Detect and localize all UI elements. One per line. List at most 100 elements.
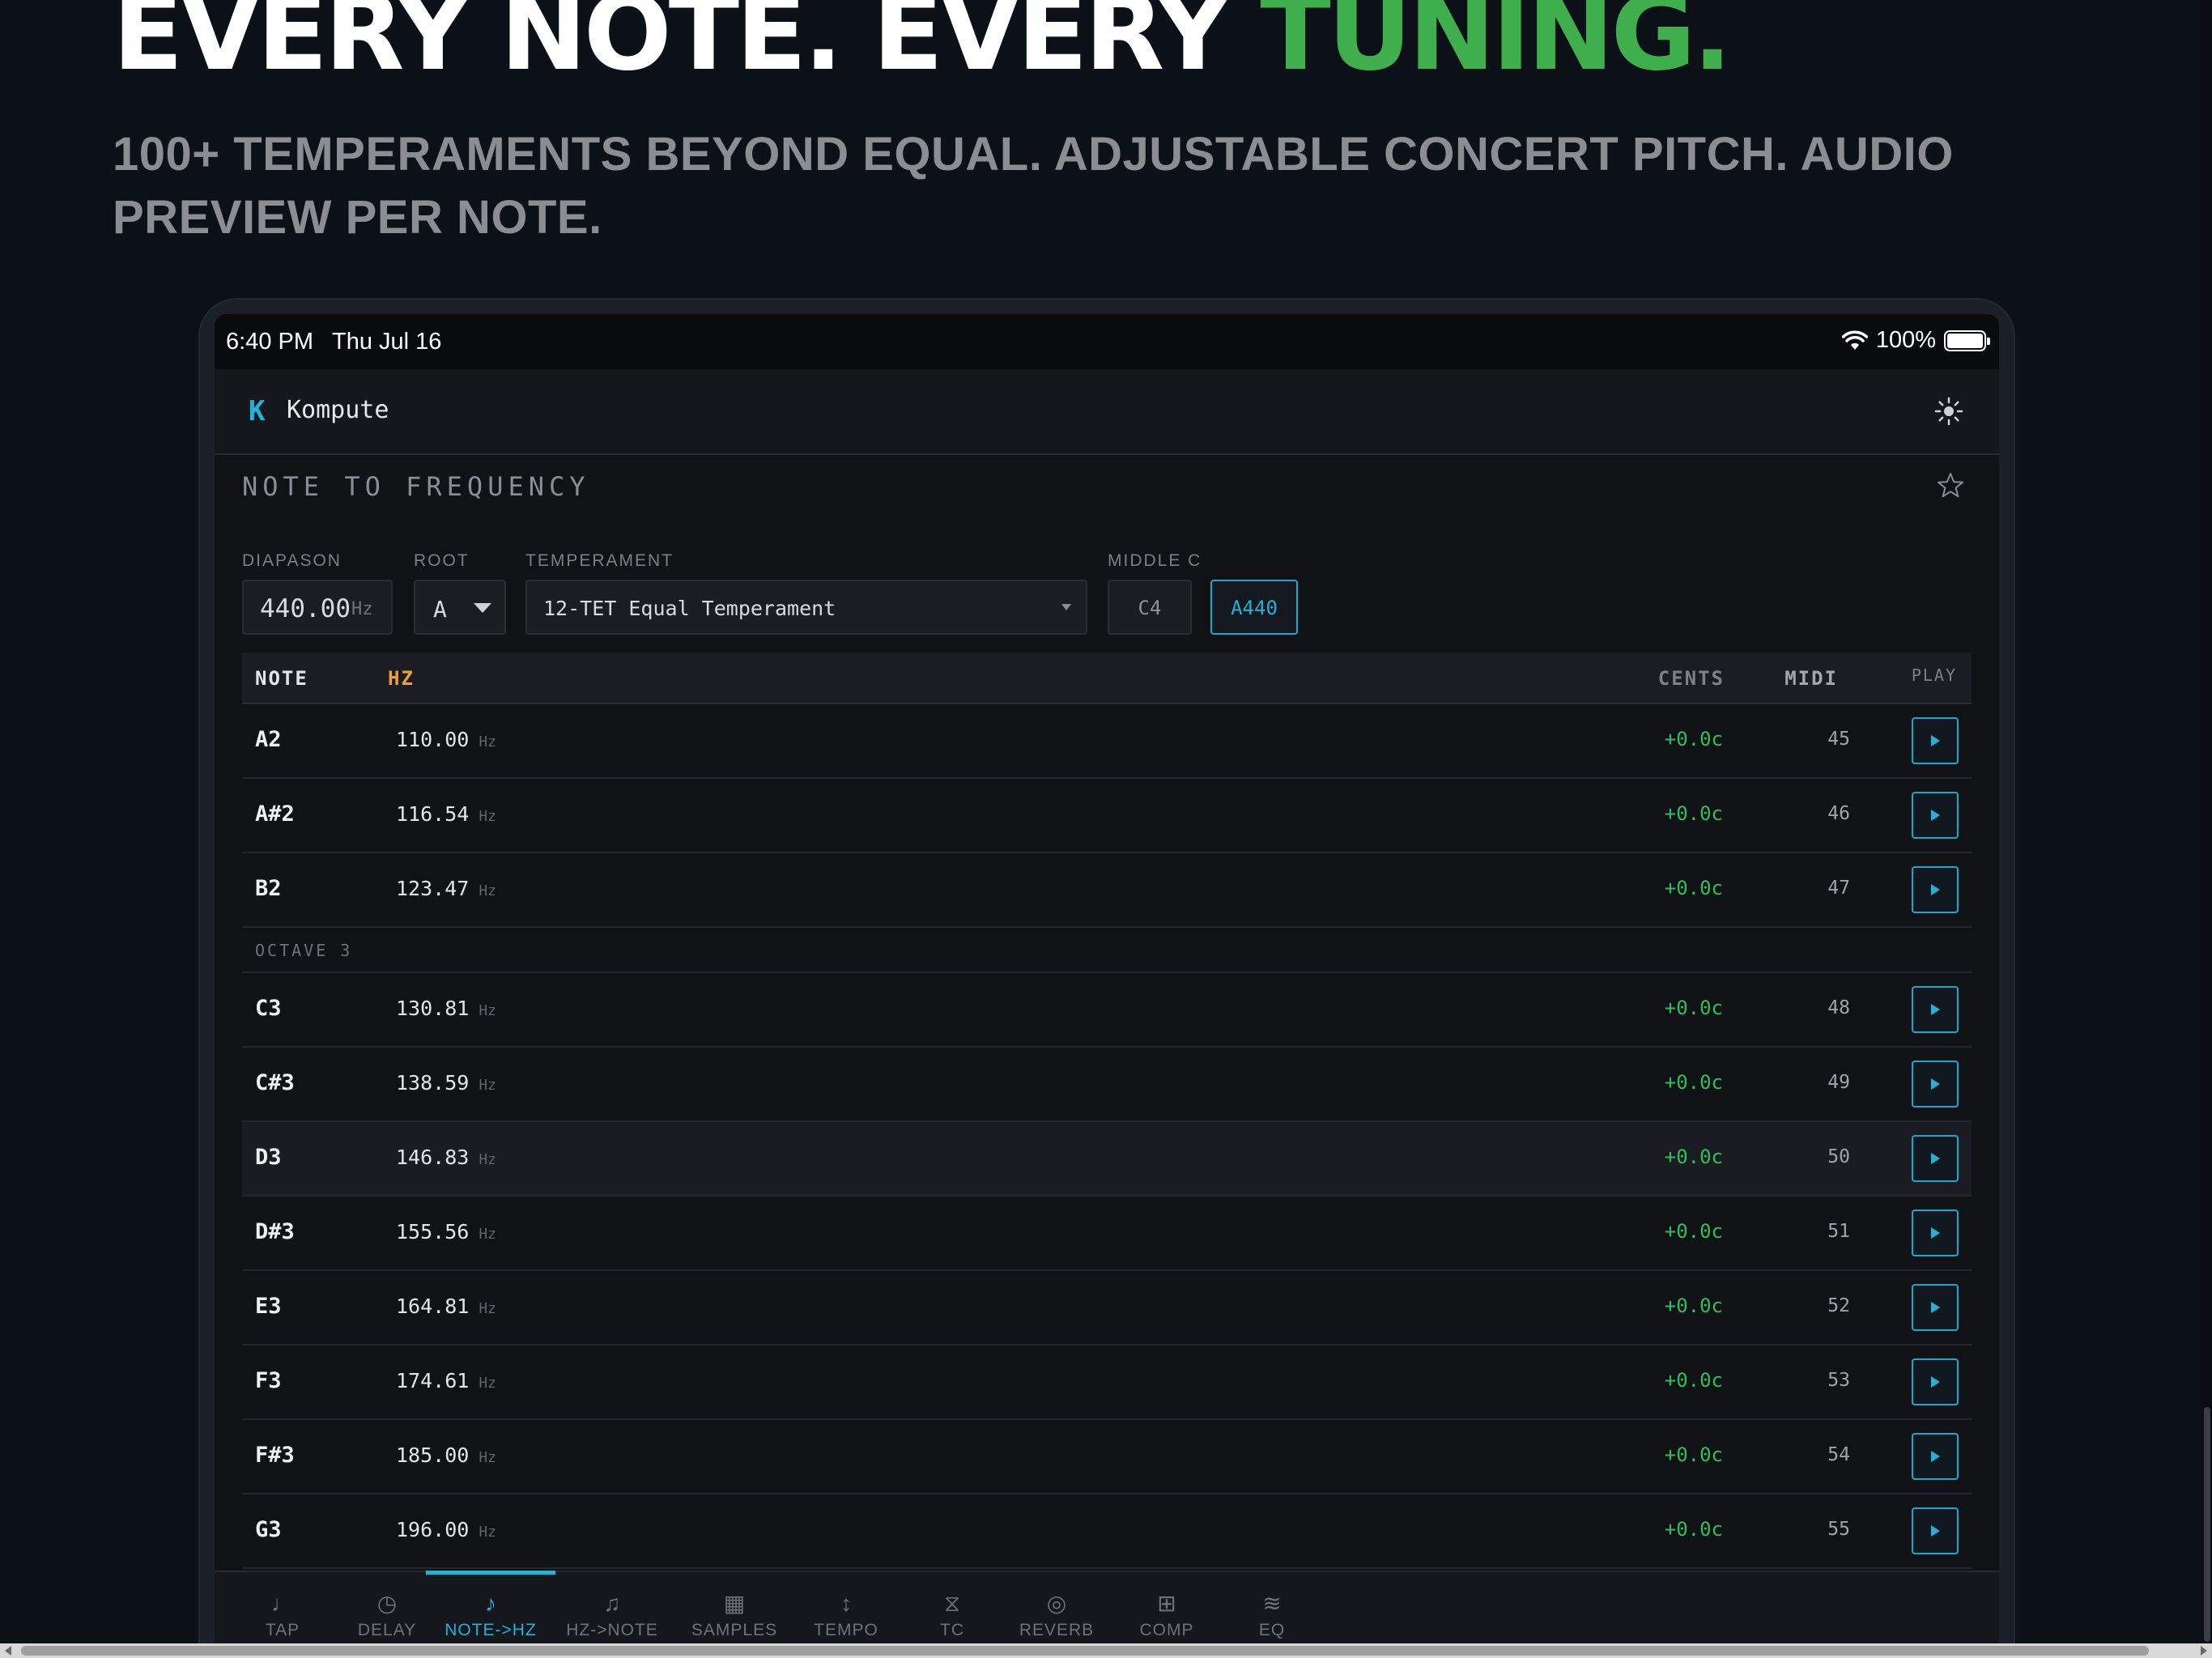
cents-cell: +0.0c xyxy=(1664,997,1723,1019)
play-button[interactable] xyxy=(1912,792,1959,839)
tab-label: SAMPLES xyxy=(691,1621,778,1639)
hz-cell: 185.00 Hz xyxy=(396,1443,496,1467)
vertical-scrollbar[interactable] xyxy=(2201,0,2212,1643)
hz-unit: Hz xyxy=(479,1300,496,1317)
sun-icon[interactable] xyxy=(1931,393,1967,429)
notes-icon: ♫ xyxy=(603,1591,621,1616)
midi-cell: 49 xyxy=(1827,1072,1850,1093)
hz-cell: 196.00 Hz xyxy=(396,1518,496,1541)
middle-c-c4-button[interactable]: C4 xyxy=(1108,580,1192,635)
table-row: A2 110.00 Hz +0.0c 45 xyxy=(242,704,1972,779)
header-cents[interactable]: CENTS xyxy=(1658,667,1725,690)
hz-cell: 155.56 Hz xyxy=(396,1220,496,1244)
scroll-left-icon[interactable] xyxy=(5,1646,11,1656)
scroll-right-icon[interactable] xyxy=(2201,1646,2207,1656)
table-row: F#3 185.00 Hz +0.0c 54 xyxy=(242,1420,1972,1494)
cents-cell: +0.0c xyxy=(1664,877,1723,899)
status-time: 6:40 PM xyxy=(226,329,313,355)
note-cell: B2 xyxy=(255,876,282,901)
app-logo: K xyxy=(249,395,266,427)
horizontal-scrollbar[interactable] xyxy=(0,1643,2212,1658)
octave-label: OCTAVE 3 xyxy=(255,941,353,960)
battery-percent: 100% xyxy=(1875,327,1936,353)
temperament-value: 12-TET Equal Temperament xyxy=(543,597,836,620)
middle-c-a440-button[interactable]: A440 xyxy=(1210,580,1298,635)
play-icon xyxy=(1931,1302,1940,1313)
play-icon xyxy=(1931,1227,1940,1239)
play-button[interactable] xyxy=(1912,1507,1959,1554)
play-icon xyxy=(1931,810,1940,821)
hz-unit: Hz xyxy=(479,1151,496,1168)
middle-c-a440-label: A440 xyxy=(1231,597,1278,619)
root-value: A xyxy=(433,596,447,623)
play-icon xyxy=(1931,1525,1940,1537)
play-button[interactable] xyxy=(1912,1433,1959,1480)
midi-cell: 48 xyxy=(1827,997,1850,1018)
hz-value: 138.59 xyxy=(396,1071,470,1095)
wifi-icon xyxy=(1841,330,1868,350)
cents-cell: +0.0c xyxy=(1664,802,1723,825)
play-button[interactable] xyxy=(1912,717,1959,764)
play-button[interactable] xyxy=(1912,866,1959,913)
diapason-unit: Hz xyxy=(351,599,373,619)
hz-value: 196.00 xyxy=(396,1518,470,1541)
table-row: D3 146.83 Hz +0.0c 50 xyxy=(242,1122,1972,1197)
hz-cell: 174.61 Hz xyxy=(396,1369,496,1392)
hero-subtitle: 100+ TEMPERAMENTS BEYOND EQUAL. ADJUSTAB… xyxy=(113,128,1954,244)
cents-cell: +0.0c xyxy=(1664,1518,1723,1541)
horizontal-scrollbar-thumb[interactable] xyxy=(21,1646,2149,1656)
midi-cell: 45 xyxy=(1827,729,1850,750)
diapason-input[interactable]: 440.00 Hz xyxy=(242,580,393,635)
hz-cell: 123.47 Hz xyxy=(396,877,496,900)
header-hz[interactable]: HZ xyxy=(388,667,415,690)
note-cell: F#3 xyxy=(255,1443,295,1468)
middle-c-c4-label: C4 xyxy=(1138,597,1162,619)
hero-title-main: EVERY NOTE. EVERY xyxy=(113,0,1261,94)
midi-cell: 50 xyxy=(1827,1146,1850,1167)
tab-label: HZ->NOTE xyxy=(566,1621,658,1639)
cents-cell: +0.0c xyxy=(1664,1071,1723,1094)
app-screen: 6:40 PM Thu Jul 16 100% K Kompute NOTE T… xyxy=(215,314,1999,1658)
play-button[interactable] xyxy=(1912,1358,1959,1405)
play-button[interactable] xyxy=(1912,1135,1959,1182)
table-row: E3 164.81 Hz +0.0c 52 xyxy=(242,1271,1972,1346)
play-button[interactable] xyxy=(1912,986,1959,1033)
root-select[interactable]: A xyxy=(414,580,506,635)
star-icon[interactable] xyxy=(1934,470,1967,502)
hz-unit: Hz xyxy=(479,1077,496,1094)
battery-icon xyxy=(1944,329,1990,351)
hz-cell: 146.83 Hz xyxy=(396,1146,496,1169)
note-cell: D3 xyxy=(255,1145,282,1170)
cents-cell: +0.0c xyxy=(1664,1369,1723,1392)
hz-value: 164.81 xyxy=(396,1295,470,1318)
midi-cell: 55 xyxy=(1827,1519,1850,1540)
temperament-select[interactable]: 12-TET Equal Temperament xyxy=(525,580,1087,635)
tab-label: EQ xyxy=(1258,1621,1286,1639)
note-cell: A#2 xyxy=(255,801,295,827)
hz-unit: Hz xyxy=(479,733,496,750)
hz-cell: 116.54 Hz xyxy=(396,802,496,826)
note-cell: E3 xyxy=(255,1294,282,1319)
play-icon xyxy=(1931,735,1940,746)
table-row: G3 196.00 Hz +0.0c 55 xyxy=(242,1494,1972,1569)
header-midi[interactable]: MIDI xyxy=(1784,667,1838,690)
vertical-scrollbar-thumb[interactable] xyxy=(2204,1407,2210,1642)
note-cell: D#3 xyxy=(255,1219,295,1244)
play-button[interactable] xyxy=(1912,1209,1959,1256)
play-button[interactable] xyxy=(1912,1284,1959,1331)
chevron-down-icon xyxy=(1061,604,1071,610)
cents-cell: +0.0c xyxy=(1664,1295,1723,1317)
hz-unit: Hz xyxy=(479,1449,496,1466)
status-right: 100% xyxy=(1841,327,1990,354)
note-cell: F3 xyxy=(255,1368,282,1393)
note-icon: ♪ xyxy=(485,1591,496,1616)
hz-unit: Hz xyxy=(479,1002,496,1019)
table-header: NOTE HZ CENTS MIDI PLAY xyxy=(242,653,1972,704)
hz-cell: 130.81 Hz xyxy=(396,997,496,1020)
midi-cell: 52 xyxy=(1827,1295,1850,1316)
rows-top: A2 110.00 Hz +0.0c 45 A#2 116.54 Hz +0.0c … xyxy=(242,704,1972,928)
chevron-down-icon xyxy=(474,603,491,613)
play-button[interactable] xyxy=(1912,1061,1959,1107)
hz-cell: 164.81 Hz xyxy=(396,1295,496,1318)
hz-value: 185.00 xyxy=(396,1443,470,1467)
